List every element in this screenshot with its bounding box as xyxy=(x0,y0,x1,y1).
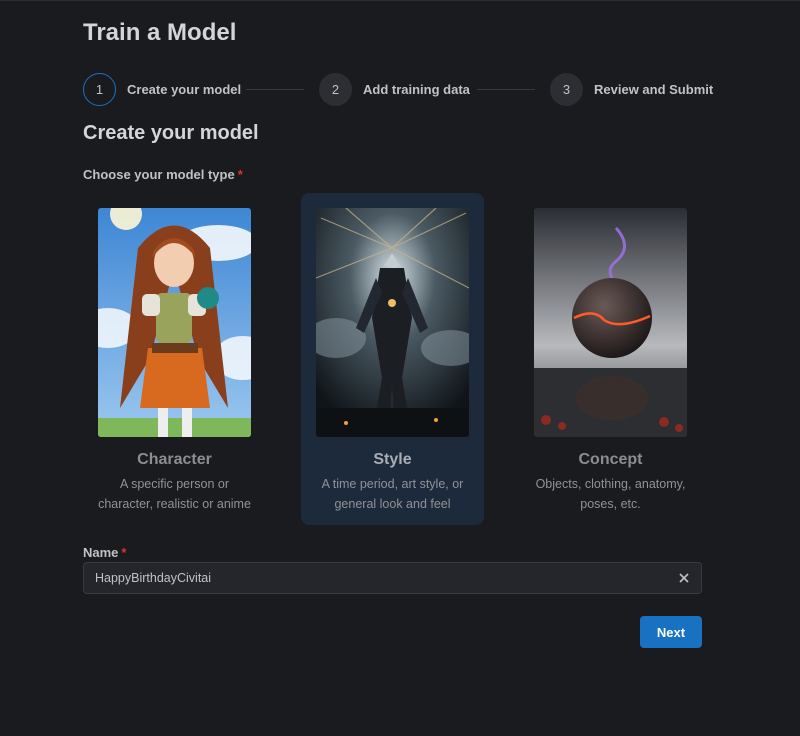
required-mark: * xyxy=(237,167,243,182)
step-add-training-data[interactable]: 2 Add training data xyxy=(319,73,470,106)
card-title: Concept xyxy=(578,451,643,468)
section-title: Create your model xyxy=(83,122,259,144)
card-title: Style xyxy=(373,451,412,468)
card-description: A specific person or character, realisti… xyxy=(98,477,251,511)
step-separator xyxy=(246,89,304,90)
card-description: Objects, clothing, anatomy, poses, etc. xyxy=(535,477,686,511)
step-review-submit[interactable]: 3 Review and Submit xyxy=(550,73,713,106)
required-mark: * xyxy=(121,545,127,560)
step-separator xyxy=(477,89,535,90)
card-title: Character xyxy=(137,451,212,468)
model-type-card-concept[interactable]: Concept Objects, clothing, anatomy, pose… xyxy=(519,193,702,525)
name-label: Name * xyxy=(83,545,126,560)
concept-thumbnail xyxy=(534,208,687,437)
style-thumbnail xyxy=(316,208,469,437)
step-label: Add training data xyxy=(363,82,470,97)
card-description: A time period, art style, or general loo… xyxy=(321,477,464,511)
model-type-card-style[interactable]: Style A time period, art style, or gener… xyxy=(301,193,484,525)
stepper: 1 Create your model 2 Add training data … xyxy=(83,73,713,106)
next-button[interactable]: Next xyxy=(640,616,702,648)
step-number: 1 xyxy=(83,73,116,106)
step-label: Review and Submit xyxy=(594,82,714,97)
name-input-wrapper xyxy=(83,562,702,594)
step-create-model[interactable]: 1 Create your model xyxy=(83,73,241,106)
step-number: 2 xyxy=(319,73,352,106)
name-label-text: Name xyxy=(83,545,119,560)
page-title: Train a Model xyxy=(83,19,237,46)
step-label: Create your model xyxy=(127,82,242,97)
step-number: 3 xyxy=(550,73,583,106)
model-type-label: Choose your model type * xyxy=(83,167,243,182)
character-thumbnail xyxy=(98,208,251,437)
model-type-label-text: Choose your model type xyxy=(83,167,235,182)
model-type-card-character[interactable]: Character A specific person or character… xyxy=(83,193,266,525)
name-input[interactable] xyxy=(84,563,655,593)
top-divider xyxy=(0,0,800,1)
close-icon[interactable] xyxy=(675,569,693,587)
